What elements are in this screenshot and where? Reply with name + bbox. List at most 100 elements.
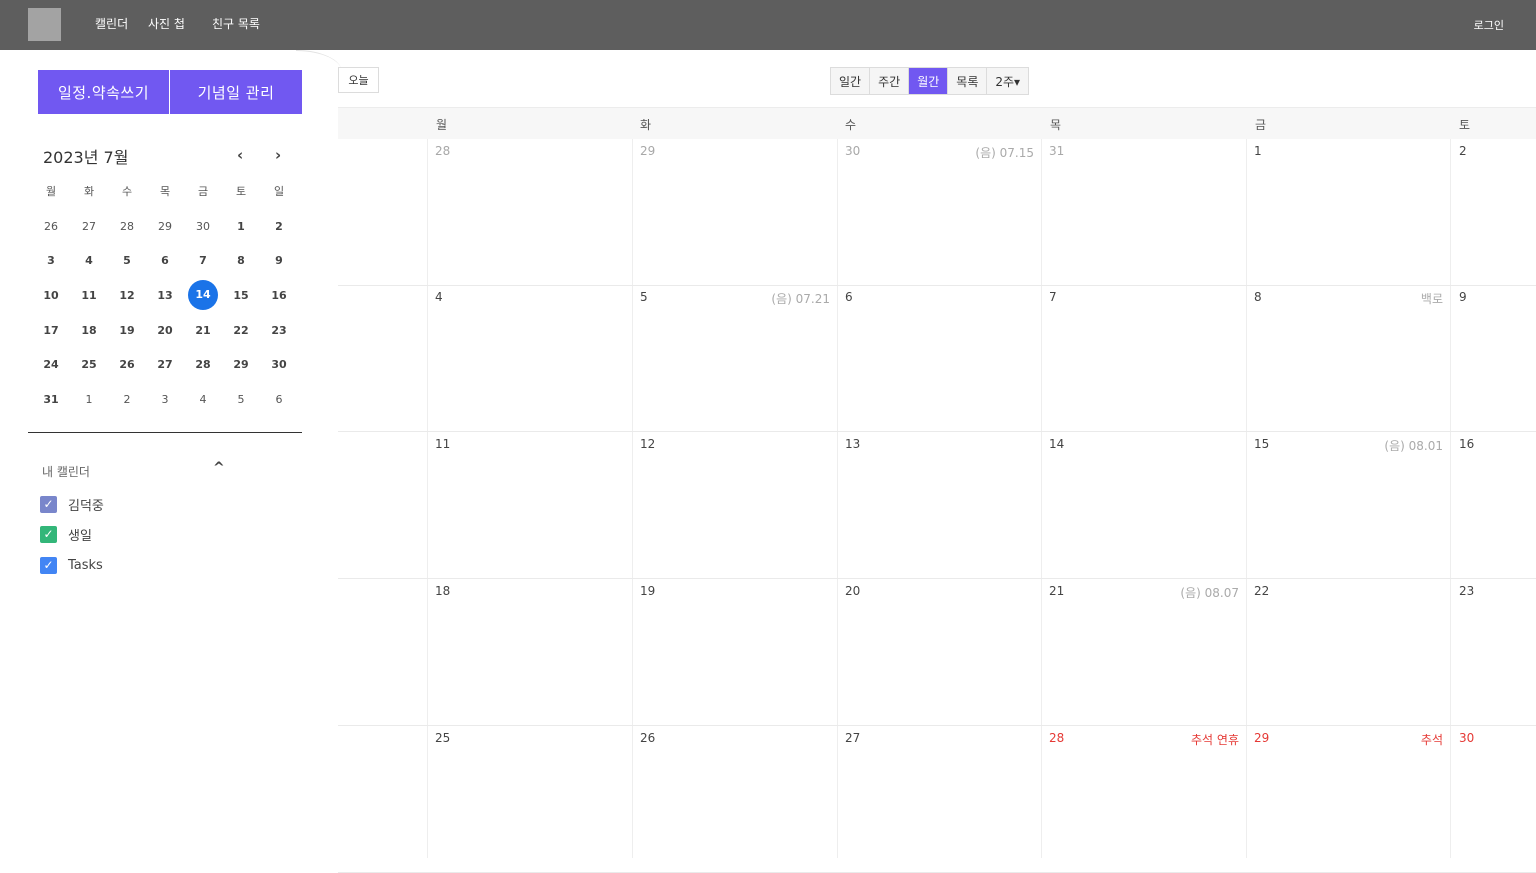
calendar-item-birthday[interactable]: ✓ 생일 (40, 525, 92, 544)
mini-day[interactable]: 27 (146, 358, 184, 371)
mini-day[interactable]: 20 (146, 324, 184, 337)
mini-day[interactable]: 2 (108, 393, 146, 406)
day-cell[interactable]: 27 (837, 726, 1040, 873)
mini-day[interactable]: 28 (108, 220, 146, 233)
mini-day[interactable]: 27 (70, 220, 108, 233)
calendar-item-kimdeokjung[interactable]: ✓ 김덕중 (40, 495, 104, 514)
mini-day[interactable]: 15 (222, 289, 260, 302)
view-two-week-dropdown[interactable]: 2주▾ (987, 68, 1029, 94)
mini-day[interactable]: 10 (32, 289, 70, 302)
checkbox-icon[interactable]: ✓ (40, 556, 57, 574)
day-cell[interactable]: 31 (1041, 139, 1245, 286)
mini-day[interactable]: 28 (184, 358, 222, 371)
day-number: 19 (640, 584, 656, 598)
day-cell[interactable]: 22 (1246, 579, 1449, 726)
day-cell[interactable]: 11 (427, 432, 631, 579)
day-cell[interactable]: 29 (632, 139, 836, 286)
day-cell[interactable]: 30 (1451, 726, 1536, 873)
day-cell[interactable]: 18 (427, 579, 631, 726)
login-link[interactable]: 로그인 (1474, 17, 1504, 33)
logo[interactable] (28, 8, 61, 41)
anniversary-button[interactable]: 기념일 관리 (170, 70, 302, 114)
day-number: 7 (1049, 290, 1057, 304)
mini-day[interactable]: 6 (260, 393, 298, 406)
mini-prev-icon[interactable]: ‹ (237, 146, 243, 164)
view-day-button[interactable]: 일간 (831, 68, 871, 94)
mini-day[interactable]: 8 (222, 254, 260, 267)
weekday-header-cell: 토 (1459, 118, 1471, 132)
mini-week-row: 24 25 26 27 28 29 30 (32, 347, 298, 382)
nav-friend-list[interactable]: 친구 목록 (212, 15, 260, 32)
day-cell[interactable]: 19 (632, 579, 836, 726)
day-cell[interactable]: 21 (음) 08.07 (1041, 579, 1245, 726)
nav-photo-album[interactable]: 사진 첩 (148, 15, 185, 32)
calendar-item-tasks[interactable]: ✓ Tasks (40, 556, 103, 574)
mini-day[interactable]: 21 (184, 324, 222, 337)
checkbox-icon[interactable]: ✓ (40, 495, 57, 513)
weekday-header-cell: 화 (640, 118, 652, 132)
mini-day[interactable]: 7 (184, 254, 222, 267)
mini-day[interactable]: 11 (70, 289, 108, 302)
mini-day[interactable]: 25 (70, 358, 108, 371)
mini-day[interactable]: 5 (108, 254, 146, 267)
day-cell[interactable]: 6 (837, 285, 1040, 432)
mini-day[interactable]: 18 (70, 324, 108, 337)
mini-day[interactable]: 19 (108, 324, 146, 337)
today-button[interactable]: 오늘 (338, 67, 379, 93)
mini-next-icon[interactable]: › (275, 146, 281, 164)
mini-day[interactable]: 29 (222, 358, 260, 371)
day-cell[interactable]: 13 (837, 432, 1040, 579)
mini-day[interactable]: 22 (222, 324, 260, 337)
day-cell[interactable]: 7 (1041, 285, 1245, 432)
day-cell[interactable]: 2 (1451, 139, 1536, 286)
day-cell[interactable]: 12 (632, 432, 836, 579)
day-cell[interactable]: 29 추석 (1246, 726, 1449, 873)
view-month-button[interactable]: 월간 (909, 68, 949, 94)
day-cell[interactable]: 14 (1041, 432, 1245, 579)
day-cell[interactable]: 1 (1246, 139, 1449, 286)
day-cell[interactable]: 8 백로 (1246, 285, 1449, 432)
checkbox-icon[interactable]: ✓ (40, 525, 57, 543)
day-cell[interactable]: 16 (1451, 432, 1536, 579)
mini-day[interactable]: 9 (260, 254, 298, 267)
view-week-button[interactable]: 주간 (870, 68, 910, 94)
day-cell[interactable]: 9 (1451, 285, 1536, 432)
day-cell[interactable]: 28 추석 연휴 (1041, 726, 1245, 873)
mini-day[interactable]: 16 (260, 289, 298, 302)
add-schedule-button[interactable]: 일정.약속쓰기 (38, 70, 169, 114)
chevron-up-icon[interactable]: ^ (213, 460, 225, 476)
mini-day[interactable]: 2 (260, 220, 298, 233)
day-cell[interactable]: 5 (음) 07.21 (632, 285, 836, 432)
mini-day-number: 19 (119, 323, 135, 337)
mini-day[interactable]: 13 (146, 289, 184, 302)
mini-day[interactable]: 24 (32, 358, 70, 371)
mini-day[interactable]: 31 (32, 393, 70, 406)
day-cell[interactable]: 25 (427, 726, 631, 873)
day-cell[interactable]: 26 (632, 726, 836, 873)
mini-day[interactable]: 26 (108, 358, 146, 371)
day-cell[interactable]: 23 (1451, 579, 1536, 726)
mini-day[interactable]: 3 (146, 393, 184, 406)
day-cell[interactable]: 4 (427, 285, 631, 432)
day-cell[interactable]: 30 (음) 07.15 (837, 139, 1040, 286)
mini-day[interactable]: 6 (146, 254, 184, 267)
mini-day[interactable]: 5 (222, 393, 260, 406)
day-cell[interactable]: 28 (427, 139, 631, 286)
mini-day[interactable]: 12 (108, 289, 146, 302)
mini-day[interactable]: 26 (32, 220, 70, 233)
view-list-button[interactable]: 목록 (948, 68, 988, 94)
mini-day[interactable]: 30 (184, 220, 222, 233)
mini-day[interactable]: 30 (260, 358, 298, 371)
mini-day[interactable]: 4 (70, 254, 108, 267)
mini-day[interactable]: 17 (32, 324, 70, 337)
mini-day[interactable]: 29 (146, 220, 184, 233)
mini-day-today[interactable]: 14 (184, 280, 222, 311)
nav-calendar[interactable]: 캘린더 (95, 15, 128, 32)
mini-day[interactable]: 3 (32, 254, 70, 267)
mini-day[interactable]: 4 (184, 393, 222, 406)
day-cell[interactable]: 15 (음) 08.01 (1246, 432, 1449, 579)
day-cell[interactable]: 20 (837, 579, 1040, 726)
mini-day[interactable]: 1 (222, 220, 260, 233)
mini-day[interactable]: 1 (70, 393, 108, 406)
mini-day[interactable]: 23 (260, 324, 298, 337)
